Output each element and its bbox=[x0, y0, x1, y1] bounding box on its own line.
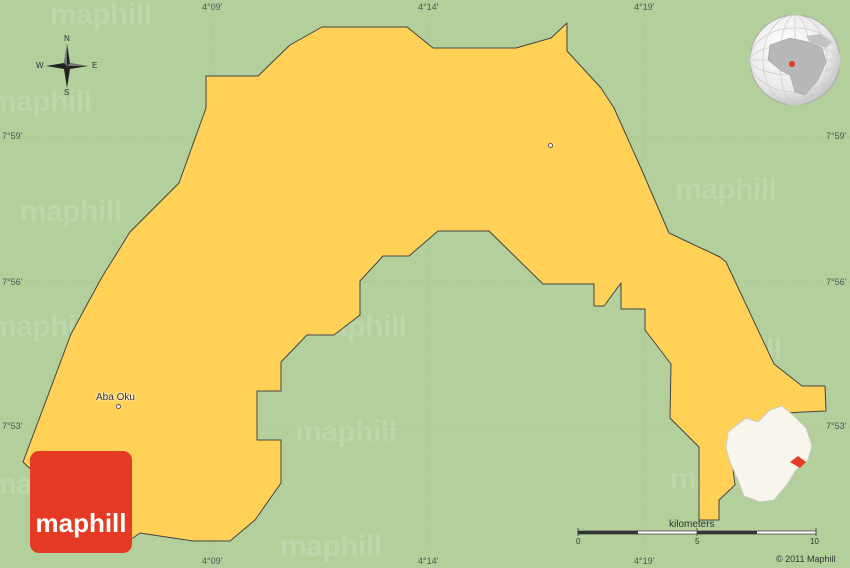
coord-label-bottom: 4°14' bbox=[418, 556, 439, 566]
compass-south-label: S bbox=[64, 88, 70, 97]
place-marker[interactable] bbox=[548, 143, 553, 148]
map-view[interactable]: maphill maphill maphill maphill maphill … bbox=[0, 0, 850, 568]
copyright-text: © 2011 Maphill bbox=[776, 554, 836, 564]
region-polygon[interactable] bbox=[22, 22, 827, 542]
scale-tick-label: 10 bbox=[810, 537, 819, 546]
scale-title: kilometers bbox=[669, 519, 715, 530]
compass-rose-icon bbox=[46, 44, 88, 88]
coord-label-top: 4°14' bbox=[418, 2, 439, 12]
scale-tick-label: 5 bbox=[695, 537, 700, 546]
maphill-logo-icon[interactable]: maphill bbox=[30, 451, 132, 553]
compass-west-label: W bbox=[36, 61, 44, 70]
coord-label-right: 7°59' bbox=[826, 131, 847, 141]
place-label: Aba Oku bbox=[96, 392, 135, 403]
coord-label-right: 7°53' bbox=[826, 421, 847, 431]
compass-north-label: N bbox=[64, 34, 70, 43]
scale-tick-label: 0 bbox=[576, 537, 581, 546]
globe-locator-icon bbox=[749, 14, 841, 106]
coord-label-left: 7°56' bbox=[2, 277, 23, 287]
coord-label-right: 7°56' bbox=[826, 277, 847, 287]
coord-label-bottom: 4°19' bbox=[634, 556, 655, 566]
coord-label-top: 4°19' bbox=[634, 2, 655, 12]
place-marker[interactable] bbox=[116, 404, 121, 409]
logo-text: maphill bbox=[35, 508, 127, 538]
compass-east-label: E bbox=[92, 61, 98, 70]
coord-label-bottom: 4°09' bbox=[202, 556, 223, 566]
coord-label-left: 7°59' bbox=[2, 131, 23, 141]
coord-label-top: 4°09' bbox=[202, 2, 223, 12]
coord-label-left: 7°53' bbox=[2, 421, 23, 431]
